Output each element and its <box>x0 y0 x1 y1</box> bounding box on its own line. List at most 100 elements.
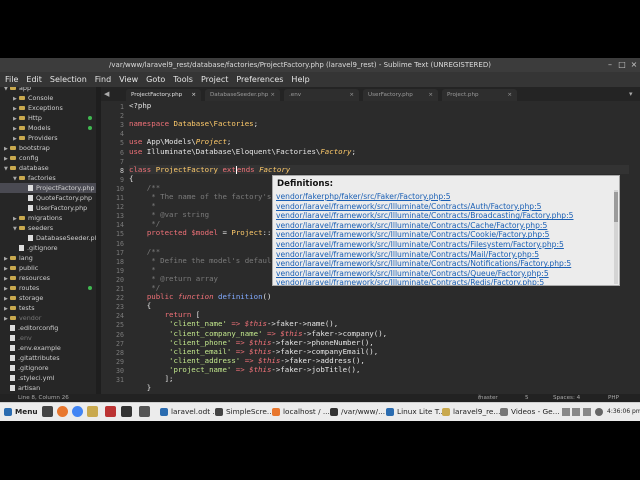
close-icon[interactable]: × <box>630 61 638 69</box>
code-line[interactable]: 'client_email' => $this->faker->companyE… <box>129 347 378 356</box>
code-line[interactable]: return [ <box>129 310 201 319</box>
sidebar-file[interactable]: ProjectFactory.php <box>0 183 96 193</box>
code-line[interactable]: */ <box>129 219 160 228</box>
sidebar-file[interactable]: .gitattributes <box>0 353 96 363</box>
sidebar-file[interactable]: .gitignore <box>0 363 96 373</box>
definition-link[interactable]: vendor/laravel/framework/src/Illuminate/… <box>276 250 539 259</box>
sidebar-folder[interactable]: ▼ database <box>0 163 96 173</box>
bluetooth-icon[interactable] <box>583 408 591 416</box>
sidebar-file[interactable]: .env.example <box>0 343 96 353</box>
menu-goto[interactable]: Goto <box>146 75 165 84</box>
sidebar-file[interactable]: UserFactory.php <box>0 203 96 213</box>
code-line[interactable]: */ <box>129 283 160 292</box>
definition-link[interactable]: vendor/laravel/framework/src/Illuminate/… <box>276 259 571 268</box>
network-icon[interactable] <box>562 408 570 416</box>
menu-view[interactable]: View <box>119 75 138 84</box>
code-line[interactable]: 'client_company_name' => $this->faker->c… <box>129 329 387 338</box>
tab-nav-left-icon[interactable]: ◀ <box>104 88 109 100</box>
sidebar-folder[interactable]: ▶ Models <box>0 123 96 133</box>
menu-find[interactable]: Find <box>95 75 111 84</box>
tab-userfactory-php[interactable]: UserFactory.php × <box>363 89 438 101</box>
app-icon-red[interactable] <box>105 406 116 417</box>
definition-link[interactable]: vendor/laravel/framework/src/Illuminate/… <box>276 278 544 285</box>
code-line[interactable]: 'project_name' => $this->faker->jobTitle… <box>129 365 360 374</box>
sidebar-folder[interactable]: ▼ factories <box>0 173 96 183</box>
sidebar-file[interactable]: .env <box>0 333 96 343</box>
code-line[interactable]: 'client_phone' => $this->faker->phoneNum… <box>129 338 374 347</box>
definition-link[interactable]: vendor/laravel/framework/src/Illuminate/… <box>276 269 549 278</box>
tab-close-icon[interactable]: × <box>507 89 512 101</box>
sidebar-folder[interactable]: ▶ storage <box>0 293 96 303</box>
code-line[interactable]: use App\Models\Project; <box>129 137 231 146</box>
sidebar-folder[interactable]: ▶ routes <box>0 283 96 293</box>
sidebar-file[interactable]: artisan <box>0 383 96 393</box>
files-icon[interactable] <box>87 406 98 417</box>
code-line[interactable]: ]; <box>129 374 174 383</box>
sidebar-folder[interactable]: ▶ Http <box>0 113 96 123</box>
sidebar-folder[interactable]: ▼ seeders <box>0 223 96 233</box>
sidebar-folder[interactable]: ▶ Console <box>0 93 96 103</box>
sidebar-folder[interactable]: ▶ Providers <box>0 133 96 143</box>
code-line[interactable]: { <box>129 301 151 310</box>
sidebar-folder[interactable]: ▶ Exceptions <box>0 103 96 113</box>
definition-link[interactable]: vendor/fakerphp/faker/src/Faker/Factory.… <box>276 192 451 201</box>
volume-icon[interactable] <box>595 408 603 416</box>
code-line[interactable]: * @var string <box>129 210 209 219</box>
menu-help[interactable]: Help <box>291 75 309 84</box>
tab-close-icon[interactable]: × <box>428 89 433 101</box>
menu-selection[interactable]: Selection <box>50 75 87 84</box>
code-line[interactable]: <?php <box>129 101 151 110</box>
taskbar-window-button[interactable]: Linux Lite T... <box>386 403 445 421</box>
sidebar-folder[interactable]: ▶ public <box>0 263 96 273</box>
popup-scroll-thumb[interactable] <box>614 192 618 222</box>
code-line[interactable]: * @return array <box>129 274 218 283</box>
app-icon-grey[interactable] <box>139 406 150 417</box>
definition-link[interactable]: vendor/laravel/framework/src/Illuminate/… <box>276 221 547 230</box>
tab-projectfactory-php[interactable]: ProjectFactory.php × <box>126 89 201 101</box>
start-menu-button[interactable]: Menu <box>4 403 38 421</box>
minimize-icon[interactable]: – <box>606 61 614 69</box>
sidebar-file[interactable]: .editorconfig <box>0 323 96 333</box>
chrome-icon[interactable] <box>72 406 83 417</box>
menu-edit[interactable]: Edit <box>26 75 42 84</box>
menu-project[interactable]: Project <box>201 75 228 84</box>
code-line[interactable]: /** <box>129 183 160 192</box>
menu-file[interactable]: File <box>5 75 18 84</box>
code-line[interactable]: public function definition() <box>129 292 272 301</box>
code-line[interactable]: * <box>129 265 155 274</box>
code-line[interactable]: 'client_address' => $this->faker->addres… <box>129 356 365 365</box>
sidebar-folder[interactable]: ▶ bootstrap <box>0 143 96 153</box>
taskbar-window-button[interactable]: /var/www/... <box>330 403 385 421</box>
taskbar-window-button[interactable]: laravel.odt ... <box>160 403 219 421</box>
sidebar-folder[interactable]: ▶ tests <box>0 303 96 313</box>
sidebar-folder[interactable]: ▶ resources <box>0 273 96 283</box>
menu-tools[interactable]: Tools <box>173 75 193 84</box>
code-line[interactable]: use Illuminate\Database\Eloquent\Factori… <box>129 147 356 156</box>
syntax-mode[interactable]: PHP <box>608 394 619 402</box>
indentation[interactable]: Spaces: 4 <box>553 394 580 402</box>
tab-close-icon[interactable]: × <box>191 89 196 101</box>
menu-preferences[interactable]: Preferences <box>236 75 283 84</box>
sidebar-file[interactable]: DatabaseSeeder.pl <box>0 233 96 243</box>
tab-close-icon[interactable]: × <box>349 89 354 101</box>
code-line[interactable]: } <box>129 383 151 392</box>
sidebar-file[interactable]: .gitignore <box>0 243 96 253</box>
code-line[interactable]: namespace Database\Factories; <box>129 119 258 128</box>
taskbar-window-button[interactable]: laravel9_re... <box>442 403 500 421</box>
terminal-icon[interactable] <box>121 406 132 417</box>
taskbar-window-button[interactable]: SimpleScre... <box>215 403 274 421</box>
sidebar-folder[interactable]: ▶ vendor <box>0 313 96 323</box>
tab--env[interactable]: .env × <box>284 89 359 101</box>
sidebar-folder[interactable]: ▶ config <box>0 153 96 163</box>
definition-link[interactable]: vendor/laravel/framework/src/Illuminate/… <box>276 240 564 249</box>
tab-project-php[interactable]: Project.php × <box>442 89 517 101</box>
sidebar-folder[interactable]: ▶ lang <box>0 253 96 263</box>
code-line[interactable]: 'client_name' => $this->faker->name(), <box>129 319 338 328</box>
sidebar-file[interactable]: QuoteFactory.php <box>0 193 96 203</box>
code-line[interactable]: { <box>129 174 133 183</box>
maximize-icon[interactable]: □ <box>618 61 626 69</box>
code-line[interactable]: /** <box>129 247 160 256</box>
sidebar-file[interactable]: .styleci.yml <box>0 373 96 383</box>
sidebar-folder[interactable]: ▶ migrations <box>0 213 96 223</box>
desktop-icon[interactable] <box>42 406 53 417</box>
